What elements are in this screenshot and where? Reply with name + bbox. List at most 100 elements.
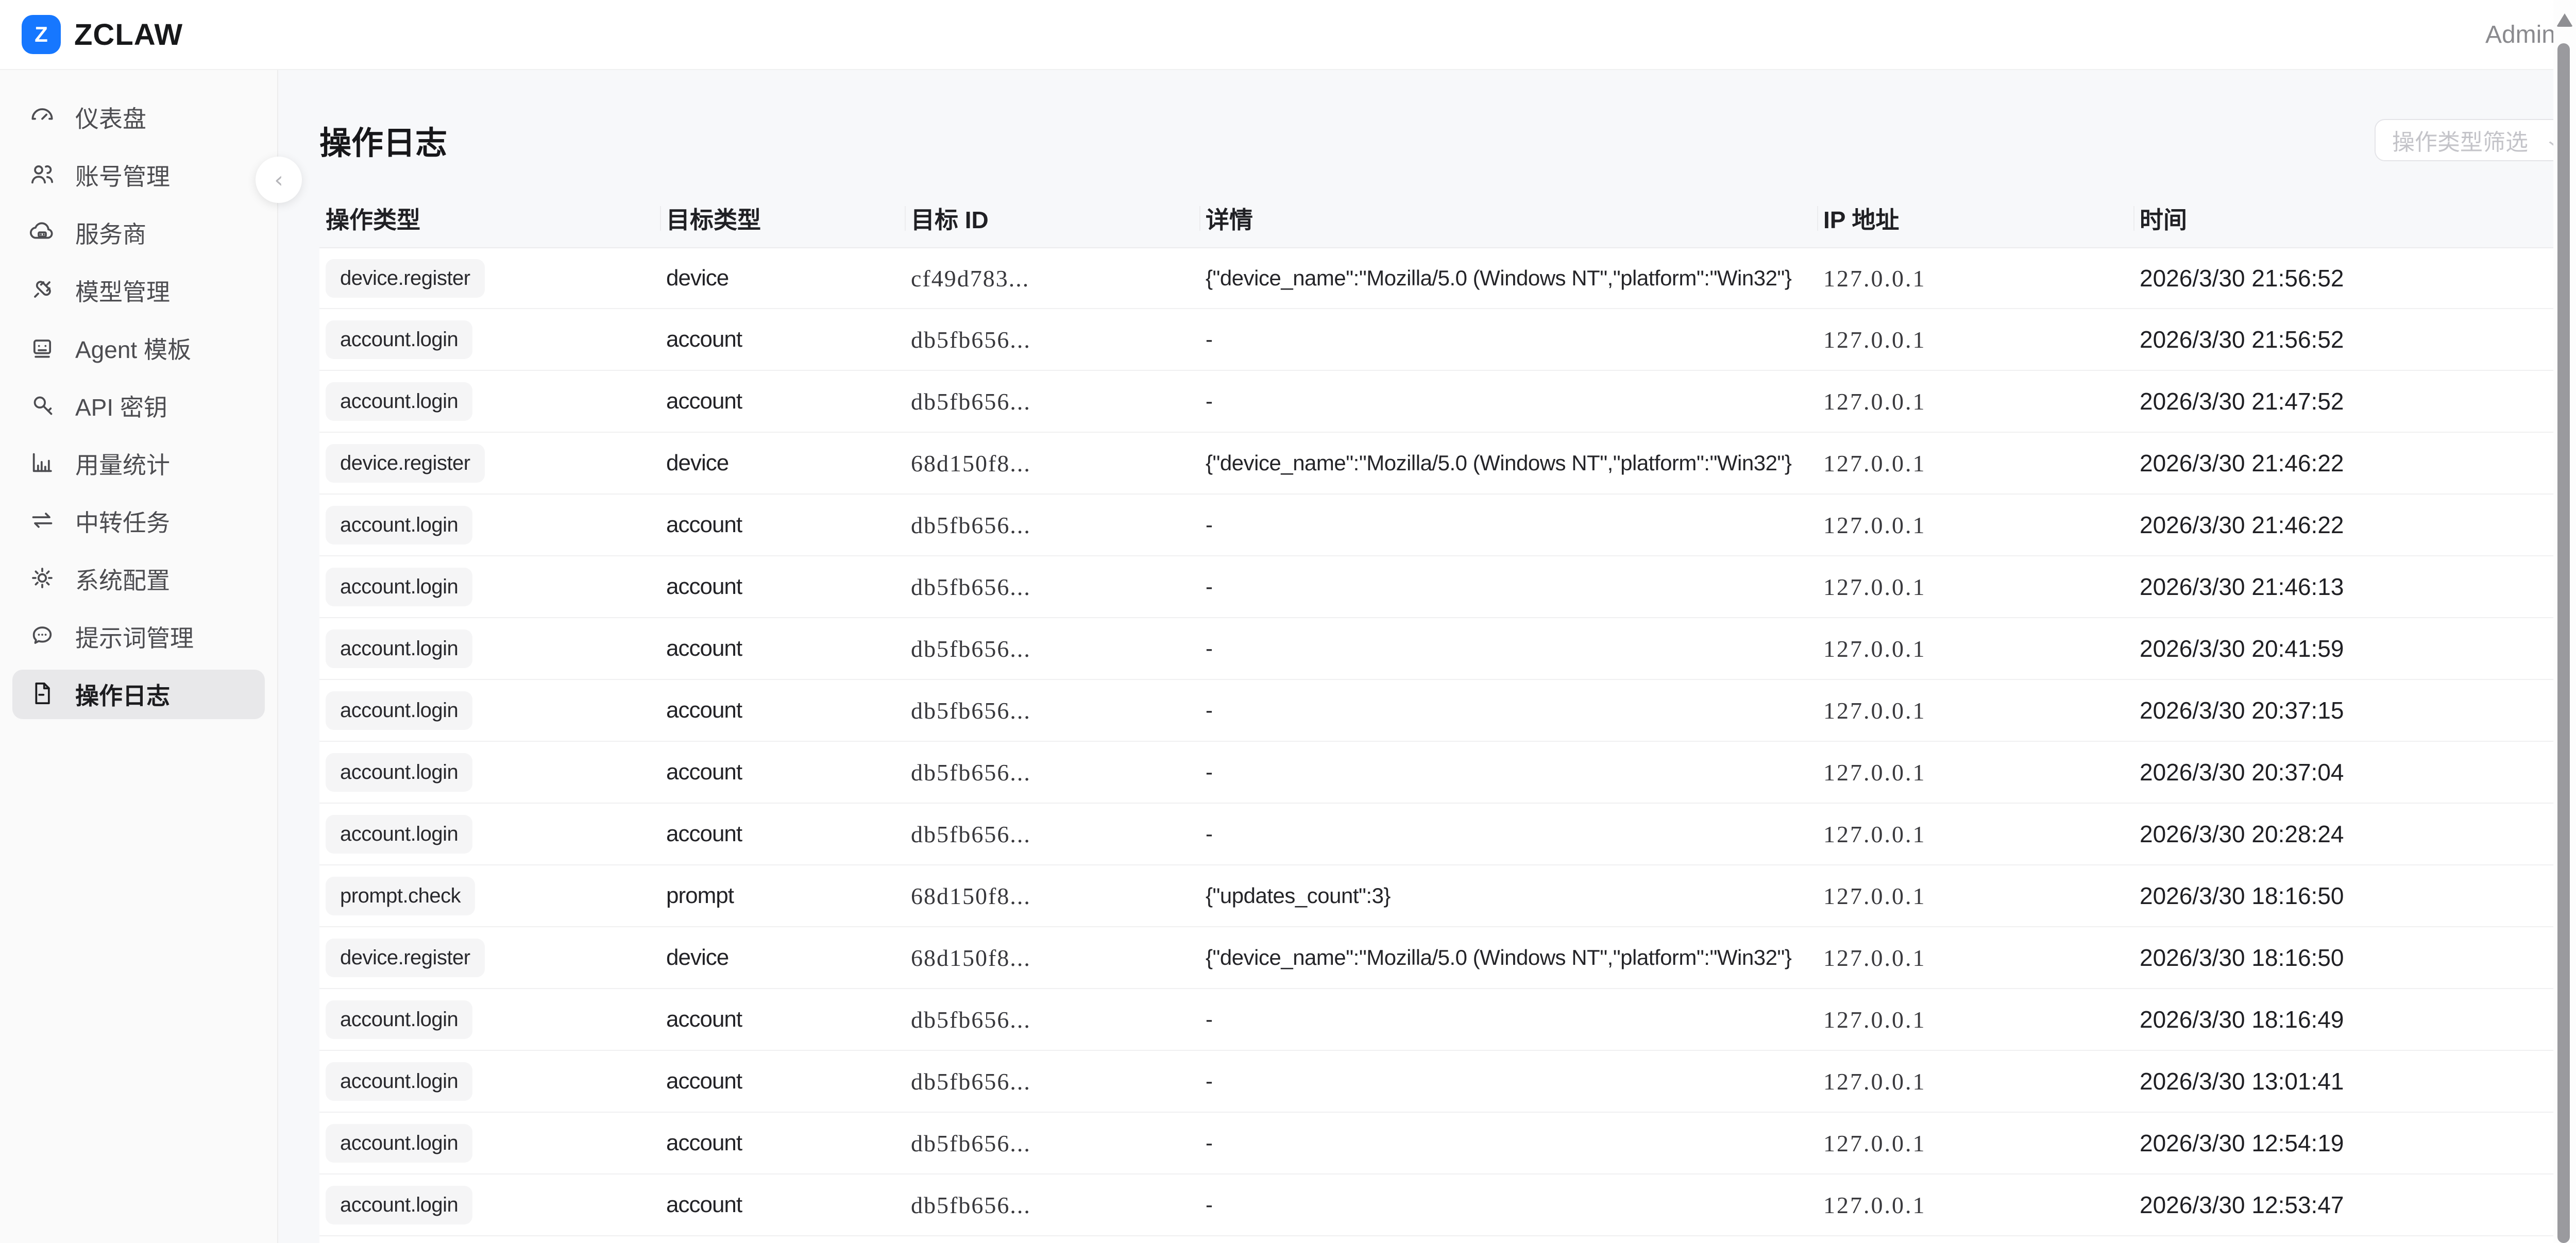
sidebar-item-label: 提示词管理 xyxy=(75,620,194,654)
ip-address-cell: 127.0.0.1 xyxy=(1817,697,2133,724)
sidebar-item-label: 用量统计 xyxy=(75,447,170,481)
column-header-4: 详情 xyxy=(1199,190,1817,247)
sidebar-item-system-config[interactable]: 系统配置 xyxy=(12,554,265,604)
time-cell: 2026/3/30 21:46:13 xyxy=(2133,573,2576,601)
chart-icon xyxy=(28,448,57,480)
sidebar-item-operation-logs[interactable]: 操作日志 xyxy=(12,670,265,719)
details-cell: - xyxy=(1199,1193,1817,1217)
operation-type-cell: account.login xyxy=(319,1000,660,1039)
sidebar-item-label: 中转任务 xyxy=(75,504,170,538)
ip-address-cell: 127.0.0.1 xyxy=(1817,635,2133,662)
sidebar-item-models[interactable]: 模型管理 xyxy=(12,266,265,315)
target-id-cell: db5fb656... xyxy=(905,512,1199,539)
filter-placeholder: 操作类型筛选 xyxy=(2392,124,2528,157)
sidebar-item-prompts[interactable]: 提示词管理 xyxy=(12,612,265,661)
operation-type-badge: account.login xyxy=(326,691,472,730)
time-cell: 2026/3/30 21:56:52 xyxy=(2133,326,2576,353)
sidebar-item-label: 操作日志 xyxy=(75,677,170,711)
time-cell: 2026/3/30 21:46:22 xyxy=(2133,511,2576,539)
time-cell: 2026/3/30 18:16:50 xyxy=(2133,944,2576,972)
sidebar-item-providers[interactable]: 服务商 xyxy=(12,208,265,258)
operation-type-cell: device.register xyxy=(319,444,660,483)
details-cell: {"device_name":"Mozilla/5.0 (Windows NT"… xyxy=(1199,945,1817,970)
target-type-cell: account xyxy=(660,1007,905,1032)
target-type-cell: account xyxy=(660,1068,905,1094)
sidebar-item-usage-stats[interactable]: 用量统计 xyxy=(12,439,265,488)
details-cell: - xyxy=(1199,389,1817,414)
ip-address-cell: 127.0.0.1 xyxy=(1817,944,2133,972)
table-row: account.loginaccountdb5fb656...-127.0.0.… xyxy=(319,309,2576,371)
target-id-cell: db5fb656... xyxy=(905,326,1199,353)
scrollbar-up-arrow-icon[interactable] xyxy=(2556,13,2573,27)
operation-type-cell: account.login xyxy=(319,629,660,668)
operation-type-badge: account.login xyxy=(326,753,472,792)
sidebar-item-label: 模型管理 xyxy=(75,274,170,308)
table-row: account.loginaccountdb5fb656...-127.0.0.… xyxy=(319,1051,2576,1113)
gear-icon xyxy=(28,564,57,595)
table-body: device.registerdevicecf49d783...{"device… xyxy=(319,247,2576,1236)
operation-type-badge: account.login xyxy=(326,506,472,544)
details-cell: - xyxy=(1199,1007,1817,1032)
details-cell: - xyxy=(1199,1069,1817,1094)
ip-address-cell: 127.0.0.1 xyxy=(1817,1006,2133,1033)
details-cell: - xyxy=(1199,698,1817,723)
swap-icon xyxy=(28,506,57,537)
ip-address-cell: 127.0.0.1 xyxy=(1817,821,2133,848)
operation-type-cell: prompt.check xyxy=(319,877,660,915)
sidebar-item-dashboard[interactable]: 仪表盘 xyxy=(12,93,265,142)
operation-log-table: 操作类型目标类型目标 ID详情IP 地址时间 device.registerde… xyxy=(319,190,2576,1243)
scrollbar-thumb[interactable] xyxy=(2557,43,2570,1243)
time-cell: 2026/3/30 21:56:52 xyxy=(2133,264,2576,292)
column-header-5: IP 地址 xyxy=(1817,190,2133,247)
ip-address-cell: 127.0.0.1 xyxy=(1817,388,2133,415)
ip-address-cell: 127.0.0.1 xyxy=(1817,1068,2133,1095)
user-menu[interactable]: Admin xyxy=(2485,21,2555,49)
operation-type-badge: account.login xyxy=(326,1186,472,1224)
gauge-icon xyxy=(28,102,57,133)
operation-type-cell: device.register xyxy=(319,939,660,977)
table-row: account.loginaccountdb5fb656...-127.0.0.… xyxy=(319,989,2576,1051)
target-id-cell: 68d150f8... xyxy=(905,882,1199,910)
sidebar-item-label: 仪表盘 xyxy=(75,100,146,134)
sidebar-item-accounts[interactable]: 账号管理 xyxy=(12,150,265,200)
operation-type-badge: account.login xyxy=(326,568,472,606)
details-cell: - xyxy=(1199,513,1817,537)
target-id-cell: 68d150f8... xyxy=(905,450,1199,477)
table-row: account.loginaccountdb5fb656...-127.0.0.… xyxy=(319,371,2576,433)
table-row: prompt.checkprompt68d150f8...{"updates_c… xyxy=(319,865,2576,927)
operation-type-badge: device.register xyxy=(326,939,485,977)
target-id-cell: db5fb656... xyxy=(905,635,1199,662)
target-type-cell: account xyxy=(660,636,905,661)
sidebar-item-agent-template[interactable]: Agent 模板 xyxy=(12,323,265,373)
time-cell: 2026/3/30 21:47:52 xyxy=(2133,387,2576,415)
operation-type-filter[interactable]: 操作类型筛选 ⌄ xyxy=(2375,119,2576,161)
table-header-row: 操作类型目标类型目标 ID详情IP 地址时间 xyxy=(319,190,2576,247)
time-cell: 2026/3/30 18:16:50 xyxy=(2133,882,2576,910)
ip-address-cell: 127.0.0.1 xyxy=(1817,1130,2133,1157)
main-content: 操作日志 操作类型筛选 ⌄ 操作类型目标类型目标 ID详情IP 地址时间 dev… xyxy=(278,70,2576,1243)
operation-type-badge: account.login xyxy=(326,382,472,421)
target-id-cell: cf49d783... xyxy=(905,265,1199,292)
details-cell: {"updates_count":3} xyxy=(1199,883,1817,908)
operation-type-badge: device.register xyxy=(326,259,485,298)
details-cell: {"device_name":"Mozilla/5.0 (Windows NT"… xyxy=(1199,451,1817,475)
table-row: account.loginaccountdb5fb656...-127.0.0.… xyxy=(319,804,2576,865)
operation-type-badge: device.register xyxy=(326,444,485,483)
sidebar-item-api-keys[interactable]: API 密钥 xyxy=(12,381,265,431)
sidebar-collapse-button[interactable]: ‹ xyxy=(256,157,302,203)
target-id-cell: db5fb656... xyxy=(905,1130,1199,1157)
operation-type-cell: account.login xyxy=(319,1124,660,1163)
chat-icon xyxy=(28,621,57,653)
table-row: account.loginaccountdb5fb656...-127.0.0.… xyxy=(319,1113,2576,1174)
target-id-cell: db5fb656... xyxy=(905,1191,1199,1219)
time-cell: 2026/3/30 12:53:47 xyxy=(2133,1191,2576,1219)
time-cell: 2026/3/30 20:28:24 xyxy=(2133,820,2576,848)
details-cell: {"device_name":"Mozilla/5.0 (Windows NT"… xyxy=(1199,266,1817,291)
target-id-cell: db5fb656... xyxy=(905,1068,1199,1095)
operation-type-cell: account.login xyxy=(319,1062,660,1101)
file-icon xyxy=(28,679,57,710)
operation-type-cell: device.register xyxy=(319,259,660,298)
sidebar-item-relay-tasks[interactable]: 中转任务 xyxy=(12,497,265,546)
ip-address-cell: 127.0.0.1 xyxy=(1817,573,2133,601)
target-id-cell: db5fb656... xyxy=(905,821,1199,848)
